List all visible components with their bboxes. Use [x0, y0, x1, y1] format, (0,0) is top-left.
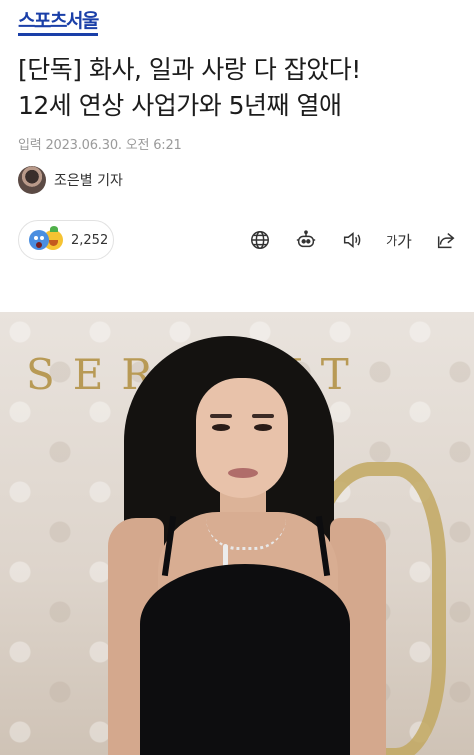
font-size-large-glyph: 가 [397, 232, 412, 251]
article-toolbar: 가가 [228, 226, 460, 254]
black-dress [140, 564, 350, 755]
author-name[interactable]: 조은별 기자 [54, 170, 123, 190]
article-title-line-2: 12세 연상 사업가와 5년째 열애 [18, 91, 342, 120]
reaction-button[interactable]: 2,252 [18, 220, 114, 260]
published-date: 입력 2023.06.30. 오전 6:21 [18, 138, 182, 153]
person-figure [0, 312, 474, 755]
author-info[interactable]: 조은별 기자 [18, 166, 123, 194]
speaker-icon[interactable] [338, 226, 366, 254]
article-title-line-1: [단독] 화사, 일과 사랑 다 잡았다! [18, 55, 361, 84]
font-size-small-glyph: 가 [386, 233, 398, 248]
article-title: [단독] 화사, 일과 사랑 다 잡았다! 12세 연상 사업가와 5년째 열애 [18, 52, 458, 124]
publisher-logo[interactable]: 스포츠서울 [18, 10, 99, 36]
robot-icon[interactable] [292, 226, 320, 254]
article-photo[interactable]: SERPENT [0, 312, 474, 755]
reaction-count: 2,252 [71, 232, 109, 248]
author-avatar[interactable] [18, 166, 46, 194]
font-size-icon[interactable]: 가가 [384, 226, 414, 254]
globe-icon[interactable] [246, 226, 274, 254]
face [196, 378, 288, 498]
surprised-emoji-icon [29, 230, 49, 250]
share-icon[interactable] [432, 226, 460, 254]
